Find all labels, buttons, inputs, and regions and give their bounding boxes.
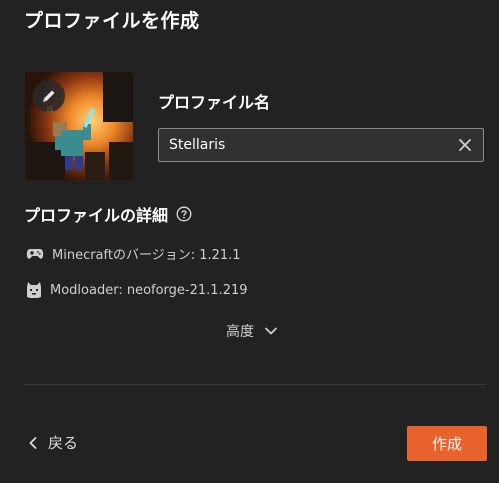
- profile-name-label: プロファイル名: [158, 93, 271, 112]
- edit-image-button[interactable]: [33, 80, 65, 112]
- chevron-down-icon: [265, 327, 277, 335]
- profile-name-input[interactable]: [159, 129, 439, 161]
- gamepad-icon: [26, 248, 44, 259]
- back-button[interactable]: 戻る: [28, 432, 78, 453]
- help-button[interactable]: [176, 206, 192, 222]
- footer-divider: [24, 384, 486, 385]
- pencil-icon: [43, 90, 55, 102]
- close-icon: [459, 139, 471, 151]
- back-label: 戻る: [48, 434, 79, 452]
- minecraft-version-text: Minecraftのバージョン: 1.21.1: [52, 248, 241, 263]
- details-heading: プロファイルの詳細: [24, 202, 192, 226]
- profile-image[interactable]: [25, 72, 133, 180]
- details-heading-text: プロファイルの詳細: [24, 206, 169, 225]
- create-button[interactable]: 作成: [407, 426, 487, 461]
- profile-name-field[interactable]: [158, 128, 484, 162]
- chevron-left-icon: [29, 436, 37, 449]
- advanced-label: 高度: [226, 324, 254, 340]
- minecraft-version-row: Minecraftのバージョン: 1.21.1: [26, 244, 241, 263]
- advanced-toggle[interactable]: 高度: [226, 321, 278, 341]
- neoforge-fox-icon: [27, 282, 41, 298]
- modloader-row: Modloader: neoforge-21.1.219: [26, 281, 248, 299]
- page-title: プロファイルを作成: [24, 10, 200, 32]
- question-circle-icon: [176, 206, 192, 222]
- clear-name-button[interactable]: [455, 135, 475, 155]
- modloader-text: Modloader: neoforge-21.1.219: [50, 282, 248, 298]
